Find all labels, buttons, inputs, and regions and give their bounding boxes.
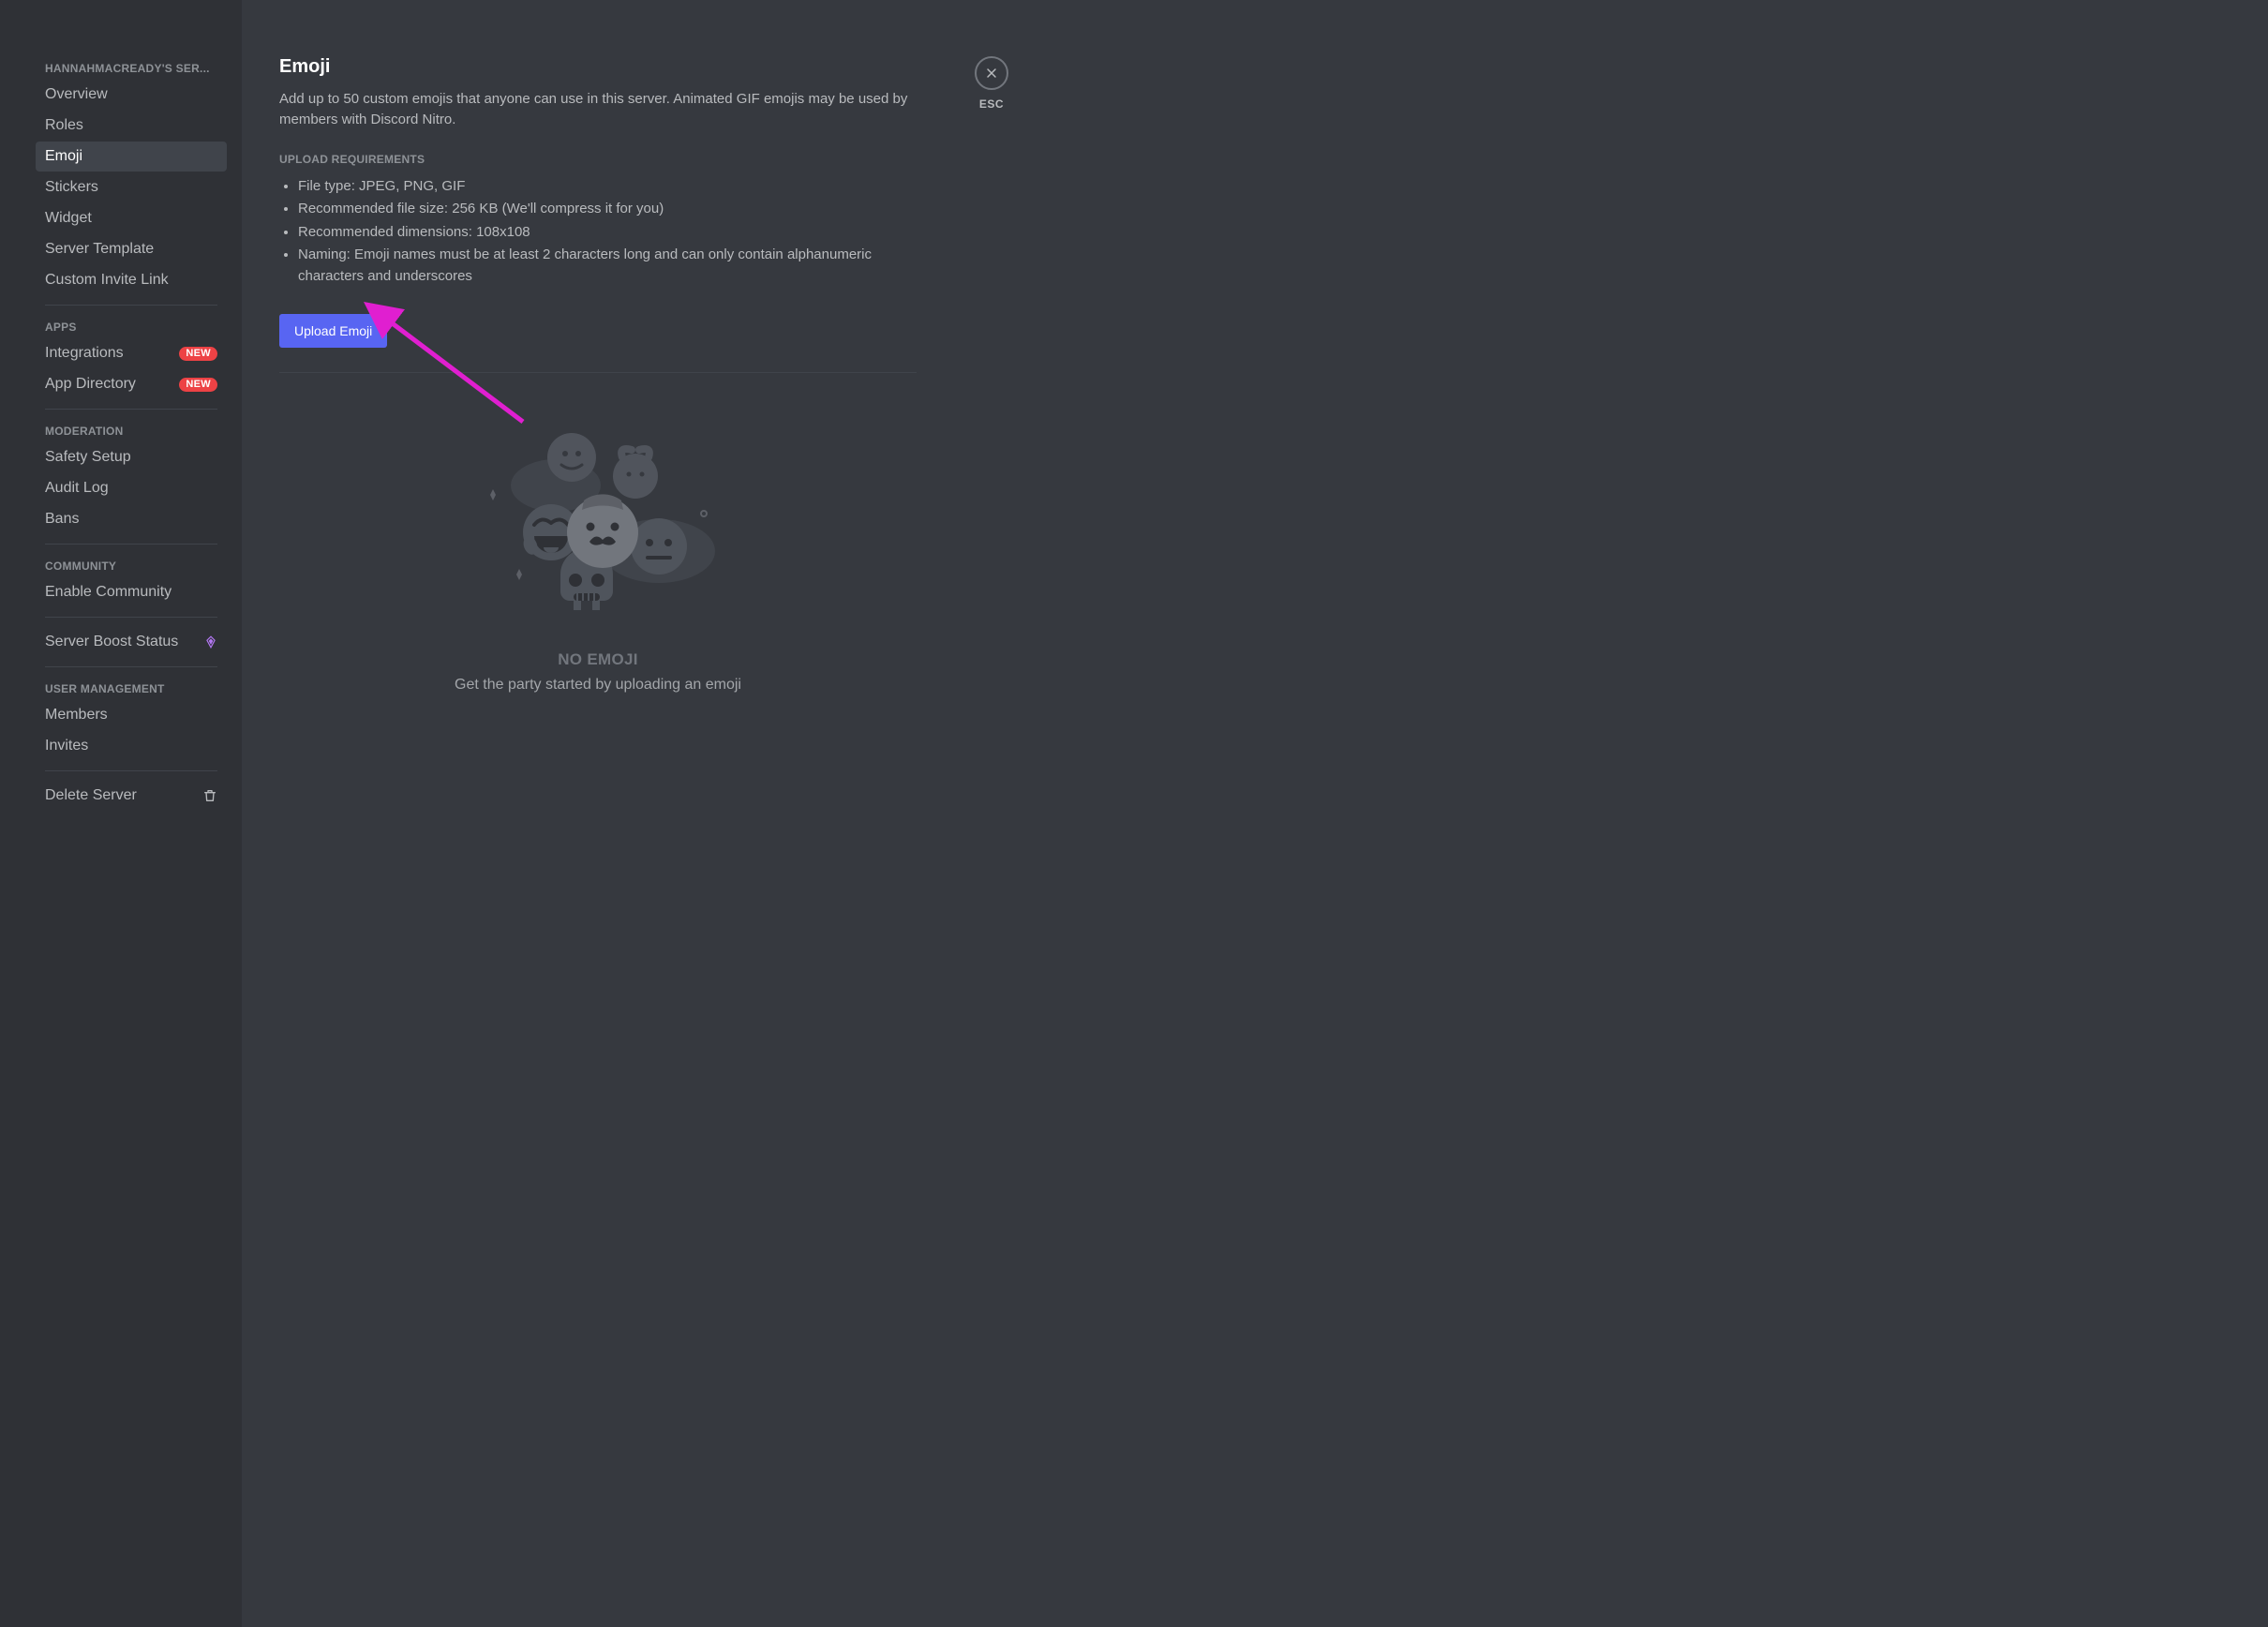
- sidebar-section-header: USER MANAGEMENT: [36, 677, 227, 699]
- sidebar-item-label: Delete Server: [45, 787, 137, 804]
- sidebar-divider: [45, 770, 217, 771]
- content-divider: [279, 372, 917, 373]
- sidebar-item-delete-server[interactable]: Delete Server: [36, 781, 227, 811]
- sidebar-item-label: App Directory: [45, 376, 136, 393]
- empty-state: NO EMOJI Get the party started by upload…: [279, 410, 917, 731]
- sidebar-item-roles[interactable]: Roles: [36, 111, 227, 141]
- sidebar-divider: [45, 666, 217, 667]
- server-name-header: HANNAHMACREADY'S SER...: [36, 56, 227, 79]
- sidebar-item-safety-setup[interactable]: Safety Setup: [36, 442, 227, 472]
- sidebar-item-label: Enable Community: [45, 584, 172, 601]
- sidebar-section-header: COMMUNITY: [36, 554, 227, 576]
- close-icon: [984, 66, 999, 81]
- settings-sidebar: HANNAHMACREADY'S SER... Overview Roles Emoj…: [0, 0, 242, 1627]
- boost-icon: [204, 635, 217, 649]
- sidebar-item-label: Integrations: [45, 345, 124, 362]
- sidebar-section-header: MODERATION: [36, 419, 227, 441]
- requirement-item: Recommended file size: 256 KB (We'll com…: [298, 198, 917, 221]
- requirement-item: File type: JPEG, PNG, GIF: [298, 175, 917, 199]
- page-title: Emoji: [279, 56, 917, 78]
- sidebar-section-header: APPS: [36, 315, 227, 337]
- close-button[interactable]: [975, 56, 1008, 90]
- sidebar-divider: [45, 409, 217, 410]
- new-badge: NEW: [179, 347, 217, 361]
- sidebar-item-label: Widget: [45, 210, 92, 227]
- sidebar-item-label: Overview: [45, 86, 108, 103]
- upload-requirements-header: UPLOAD REQUIREMENTS: [279, 153, 917, 166]
- new-badge: NEW: [179, 378, 217, 392]
- sidebar-item-integrations[interactable]: Integrations NEW: [36, 338, 227, 368]
- sidebar-item-widget[interactable]: Widget: [36, 203, 227, 233]
- trash-icon: [202, 788, 217, 803]
- sidebar-item-label: Server Template: [45, 241, 154, 258]
- sidebar-item-server-boost-status[interactable]: Server Boost Status: [36, 627, 227, 657]
- sidebar-item-members[interactable]: Members: [36, 700, 227, 730]
- sidebar-divider: [45, 544, 217, 545]
- sidebar-item-label: Stickers: [45, 179, 98, 196]
- requirement-item: Recommended dimensions: 108x108: [298, 221, 917, 245]
- sidebar-item-emoji[interactable]: Emoji: [36, 142, 227, 172]
- sidebar-item-custom-invite-link[interactable]: Custom Invite Link: [36, 265, 227, 295]
- sidebar-item-label: Audit Log: [45, 480, 109, 497]
- sidebar-item-stickers[interactable]: Stickers: [36, 172, 227, 202]
- empty-state-title: NO EMOJI: [558, 650, 638, 669]
- sidebar-item-label: Emoji: [45, 148, 82, 165]
- requirement-item: Naming: Emoji names must be at least 2 c…: [298, 244, 917, 288]
- sidebar-item-label: Bans: [45, 511, 79, 528]
- sidebar-item-overview[interactable]: Overview: [36, 80, 227, 110]
- close-label: ESC: [979, 97, 1004, 111]
- sidebar-item-label: Safety Setup: [45, 449, 131, 466]
- sidebar-item-label: Custom Invite Link: [45, 272, 169, 289]
- sidebar-item-audit-log[interactable]: Audit Log: [36, 473, 227, 503]
- sidebar-item-invites[interactable]: Invites: [36, 731, 227, 761]
- upload-requirements-list: File type: JPEG, PNG, GIFRecommended fil…: [279, 175, 917, 289]
- sidebar-item-app-directory[interactable]: App Directory NEW: [36, 369, 227, 399]
- sidebar-item-server-template[interactable]: Server Template: [36, 234, 227, 264]
- sidebar-item-enable-community[interactable]: Enable Community: [36, 577, 227, 607]
- sidebar-item-label: Server Boost Status: [45, 634, 178, 650]
- sidebar-item-label: Roles: [45, 117, 83, 134]
- empty-state-subtitle: Get the party started by uploading an em…: [455, 677, 741, 694]
- upload-emoji-button[interactable]: Upload Emoji: [279, 314, 387, 348]
- sidebar-item-bans[interactable]: Bans: [36, 504, 227, 534]
- page-description: Add up to 50 custom emojis that anyone c…: [279, 89, 917, 130]
- sidebar-divider: [45, 617, 217, 618]
- sidebar-divider: [45, 305, 217, 306]
- sidebar-item-label: Members: [45, 707, 108, 724]
- empty-state-illustration: [471, 420, 724, 626]
- settings-content: Emoji Add up to 50 custom emojis that an…: [242, 0, 2268, 1627]
- sidebar-item-label: Invites: [45, 738, 88, 754]
